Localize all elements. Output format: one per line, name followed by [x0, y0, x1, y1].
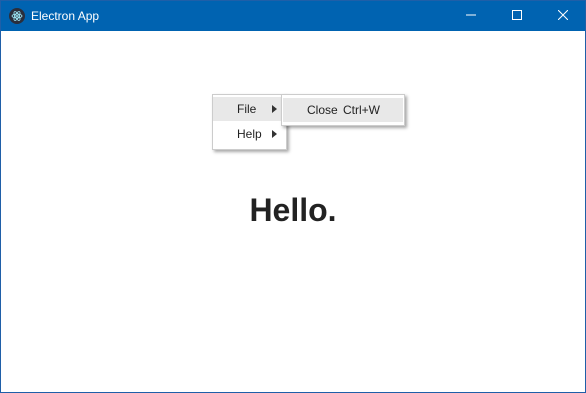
menu-item-label: Close	[307, 103, 338, 117]
menu-item-help[interactable]: Help	[213, 122, 286, 146]
minimize-button[interactable]	[448, 1, 494, 31]
minimize-icon	[466, 7, 476, 25]
close-icon	[557, 7, 569, 25]
menu-item-file[interactable]: File	[213, 97, 286, 121]
menu-item-close[interactable]: Close Ctrl+W	[283, 98, 403, 122]
app-window: Electron App Hello. File Help Close Ctrl…	[0, 0, 586, 393]
menu-item-accelerator: Ctrl+W	[343, 103, 380, 117]
maximize-button[interactable]	[494, 1, 540, 31]
page-content: Hello.	[1, 31, 585, 392]
context-menu: File Help	[212, 94, 287, 150]
title-bar[interactable]: Electron App	[1, 1, 585, 31]
menu-item-label: Help	[237, 127, 262, 141]
submenu-arrow-icon	[272, 105, 277, 113]
electron-logo-icon	[9, 8, 25, 24]
file-submenu: Close Ctrl+W	[281, 94, 405, 126]
window-title: Electron App	[31, 9, 100, 23]
page-heading: Hello.	[249, 192, 337, 228]
maximize-icon	[512, 7, 522, 25]
close-button[interactable]	[540, 1, 585, 31]
submenu-arrow-icon	[272, 130, 277, 138]
menu-item-label: File	[237, 102, 257, 116]
